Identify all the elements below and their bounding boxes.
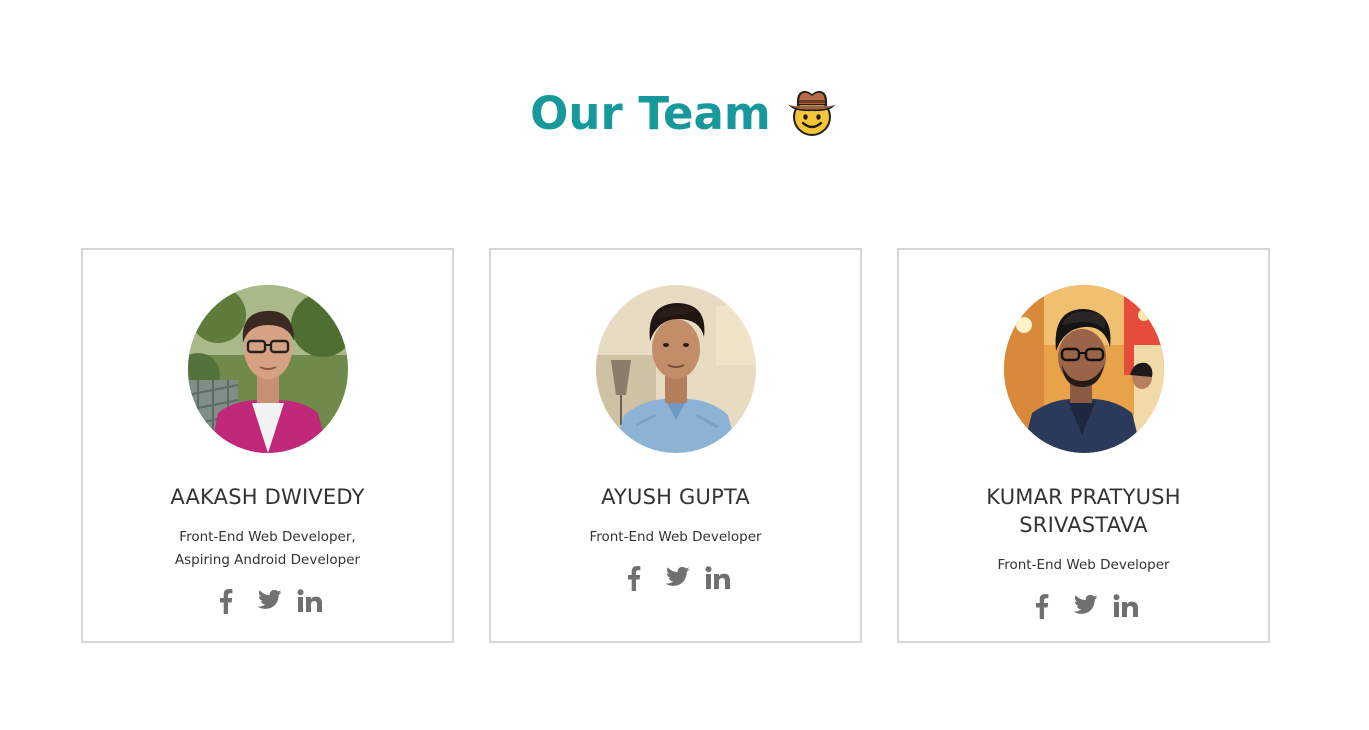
member-role-line: Front-End Web Developer	[997, 557, 1170, 573]
social-links	[83, 586, 452, 616]
member-role: Front-End Web Developer, Aspiring Androi…	[118, 526, 418, 572]
member-name: AAKASH DWIVEDY	[170, 485, 365, 509]
cowboy-hat-face-icon	[785, 86, 839, 140]
facebook-icon[interactable]	[1027, 591, 1057, 621]
twitter-icon[interactable]	[661, 563, 691, 593]
linkedin-icon[interactable]	[295, 586, 325, 616]
member-role: Front-End Web Developer	[526, 526, 826, 549]
member-role-line: Aspiring Android Developer	[174, 552, 361, 568]
twitter-icon[interactable]	[1069, 591, 1099, 621]
member-name: KUMAR PRATYUSH SRIVASTAVA	[986, 485, 1181, 537]
social-links	[899, 591, 1268, 621]
team-page: Our Team AAKASH DWIVEDY Front-End Web De…	[0, 0, 1369, 730]
linkedin-icon[interactable]	[1111, 591, 1141, 621]
team-card-kumar: KUMAR PRATYUSH SRIVASTAVA Front-End Web …	[897, 248, 1270, 643]
page-title-text: Our Team	[530, 87, 771, 141]
member-name: AYUSH GUPTA	[601, 485, 750, 509]
avatar	[595, 285, 756, 453]
team-card-aakash: AAKASH DWIVEDY Front-End Web Developer, …	[81, 248, 454, 643]
twitter-icon[interactable]	[253, 586, 283, 616]
linkedin-icon[interactable]	[703, 563, 733, 593]
team-card-ayush: AYUSH GUPTA Front-End Web Developer	[489, 248, 862, 643]
member-role-line: Front-End Web Developer,	[179, 529, 356, 545]
avatar	[187, 285, 348, 453]
page-title: Our Team	[0, 82, 1369, 146]
avatar	[1003, 285, 1164, 453]
facebook-icon[interactable]	[619, 563, 649, 593]
social-links	[491, 563, 860, 593]
member-role: Front-End Web Developer	[934, 554, 1234, 577]
facebook-icon[interactable]	[211, 586, 241, 616]
member-role-line: Front-End Web Developer	[589, 529, 762, 545]
